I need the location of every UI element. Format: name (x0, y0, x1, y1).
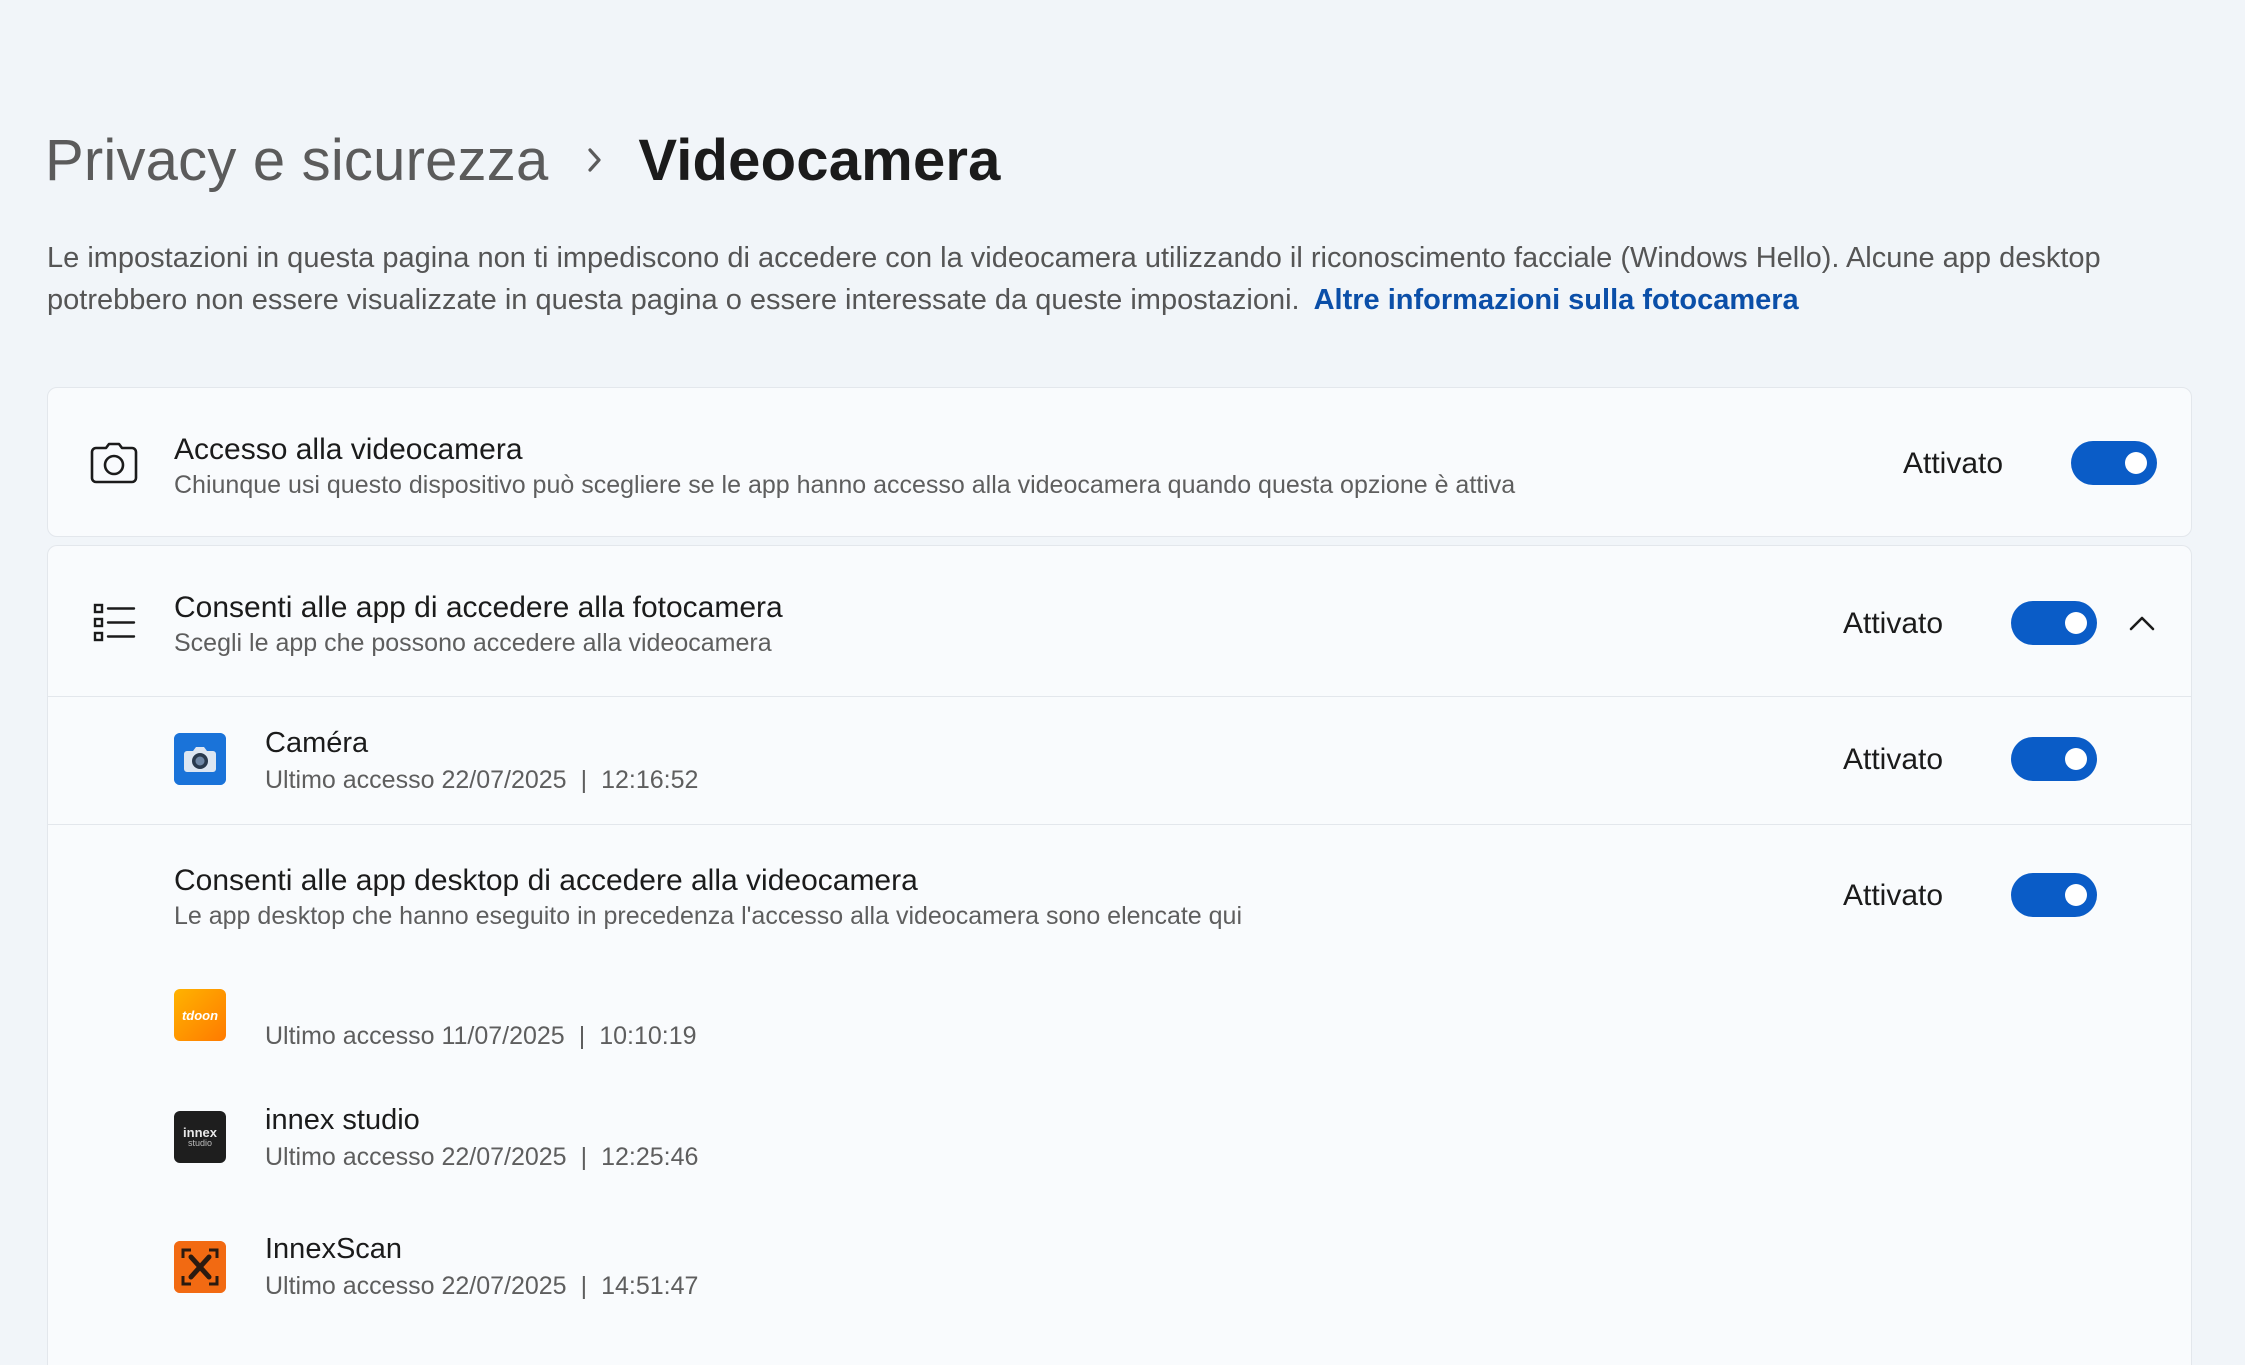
camera-access-title: Accesso alla videocamera (174, 433, 523, 466)
innexscan-app-name: InnexScan (265, 1233, 403, 1265)
camera-access-toggle[interactable] (2071, 441, 2157, 485)
app-access-title: Consenti alle app di accedere alla fotoc… (174, 591, 783, 624)
tdoon-app-last-access: Ultimo accesso 11/07/2025 | 10:10:19 (265, 1022, 697, 1051)
desktop-access-state: Attivato (1843, 879, 1944, 912)
innex-studio-app-last-access: Ultimo accesso 22/07/2025 | 12:25:46 (265, 1143, 698, 1172)
chevron-up-icon[interactable] (2122, 603, 2162, 643)
last-access-label: Ultimo accesso 22/07/2025 (265, 766, 567, 794)
innexscan-app-last-access: Ultimo accesso 22/07/2025 | 14:51:47 (265, 1272, 698, 1301)
camera-app-last-access: Ultimo accesso 22/07/2025 | 12:16:52 (265, 766, 698, 795)
last-access-label: Ultimo accesso 22/07/2025 (265, 1143, 567, 1171)
page-title: Videocamera (638, 127, 1001, 193)
separator: | (580, 1272, 588, 1300)
camera-access-subtitle: Chiunque usi questo dispositivo può sceg… (174, 471, 1516, 499)
innex-studio-app-icon: innex studio (174, 1111, 226, 1163)
breadcrumb: Privacy e sicurezza Videocamera (45, 120, 1001, 200)
divider (48, 824, 2191, 825)
tdoon-icon-text: tdoon (181, 1007, 219, 1023)
camera-app-toggle[interactable] (2011, 737, 2097, 781)
desktop-access-toggle[interactable] (2011, 873, 2097, 917)
separator: | (580, 766, 588, 794)
app-access-subtitle: Scegli le app che possono accedere alla … (174, 629, 772, 657)
camera-icon (84, 433, 144, 493)
toggle-knob (2125, 452, 2147, 474)
desktop-access-title: Consenti alle app desktop di accedere al… (174, 864, 918, 897)
toggle-knob (2065, 884, 2087, 906)
desktop-access-subtitle: Le app desktop che hanno eseguito in pre… (174, 902, 1243, 930)
list-icon (84, 593, 144, 653)
app-access-toggle[interactable] (2011, 601, 2097, 645)
camera-app-icon (174, 733, 226, 785)
innexscan-app-icon (174, 1241, 226, 1293)
camera-access-card: Accesso alla videocamera Chiunque usi qu… (47, 387, 2192, 537)
camera-app-name: Caméra (265, 727, 369, 759)
innex-studio-app-name: innex studio (265, 1104, 420, 1136)
last-access-time: 10:10:19 (599, 1022, 697, 1050)
camera-access-state: Attivato (1903, 447, 2004, 480)
learn-more-link[interactable]: Altre informazioni sulla fotocamera (1314, 284, 1799, 316)
toggle-knob (2065, 612, 2087, 634)
tdoon-app-icon: tdoon (174, 989, 226, 1041)
app-access-card: Consenti alle app di accedere alla fotoc… (47, 545, 2192, 1365)
last-access-label: Ultimo accesso 22/07/2025 (265, 1272, 567, 1300)
last-access-time: 12:25:46 (601, 1143, 699, 1171)
app-access-state: Attivato (1843, 607, 1944, 640)
last-access-time: 12:16:52 (601, 766, 699, 794)
last-access-label: Ultimo accesso 11/07/2025 (265, 1022, 565, 1050)
separator: | (578, 1022, 586, 1050)
page-description: Le impostazioni in questa pagina non ti … (47, 237, 2207, 321)
last-access-time: 14:51:47 (601, 1272, 699, 1300)
toggle-knob (2065, 748, 2087, 770)
innex-studio-icon-text-bottom: studio (187, 1138, 213, 1148)
breadcrumb-parent[interactable]: Privacy e sicurezza (45, 127, 548, 194)
camera-app-state: Attivato (1843, 743, 1944, 776)
separator: | (580, 1143, 588, 1171)
divider (48, 696, 2191, 697)
chevron-right-icon (586, 145, 604, 175)
